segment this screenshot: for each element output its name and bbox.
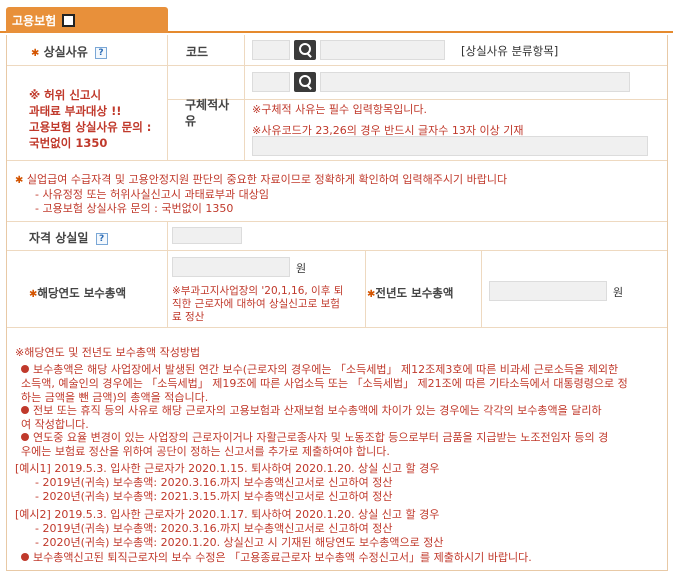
example-line: - 2020년(귀속) 보수총액: 2021.3.15.까지 보수총액신고서로 …: [35, 490, 393, 503]
tab-label: 고용보험: [12, 14, 57, 28]
tab-checkbox[interactable]: [62, 14, 76, 27]
guide-text: 보수총액은 해당 사업장에서 발생된 연간 보수(근로자의 경우에는 「소득세법…: [33, 363, 619, 376]
bullet-icon: [21, 433, 29, 441]
divider: [7, 65, 667, 66]
guide-text: 하는 금액을 뺀 금액)의 총액을 적습니다.: [21, 391, 209, 404]
divider: [7, 221, 667, 222]
employment-insurance-form: ✱ 상실사유 ? ※ 허위 신고시 과태료 부과대상 !! 고용보험 상실사유 …: [6, 35, 668, 571]
prev-year-wages-unit: 원: [613, 286, 624, 299]
notice-line: ✱ 실업급여 수급자격 및 고용안정지원 판단의 중요한 자료이므로 정확하게 …: [15, 173, 507, 188]
bullet-icon: [21, 553, 29, 561]
divider: [167, 35, 168, 160]
notice-line: - 사유정정 또는 허위사실신고시 과태료부과 대상임: [35, 188, 269, 201]
loss-date-label: 자격 상실일 ?: [29, 229, 108, 246]
code-search-icon[interactable]: [294, 40, 316, 60]
detail-code-name-field: [320, 72, 630, 92]
notice-line: - 고용보험 상실사유 문의 : 국번없이 1350: [35, 202, 234, 215]
current-year-wages-label-text: 해당연도 보수총액: [37, 286, 127, 300]
detail-label-line: 유: [185, 114, 197, 128]
divider: [365, 250, 366, 327]
wages-note-line: 료 정산: [172, 311, 205, 323]
example-line: - 2019년(귀속) 보수총액: 2020.3.16.까지 보수총액신고서로 …: [35, 522, 393, 535]
current-year-wages-input[interactable]: [172, 257, 290, 277]
current-year-wages-unit: 원: [296, 262, 307, 275]
divider: [481, 250, 482, 327]
example-line: - 2019년(귀속) 보수총액: 2020.3.16.까지 보수총액신고서로 …: [35, 476, 393, 489]
detail-label-line: 구체적사: [185, 98, 230, 112]
example-line: - 2020년(귀속) 보수총액: 2020.1.20. 상실신고 시 기재된 …: [35, 536, 444, 549]
wages-note: ※부과고지사업장의 '20,1,16, 이후 퇴 직한 근로자에 대하여 상실신…: [172, 285, 343, 324]
divider: [167, 99, 667, 100]
help-icon[interactable]: ?: [94, 47, 107, 59]
reason-code-input[interactable]: [252, 40, 290, 60]
tab-bar: 고용보험: [0, 0, 673, 33]
loss-reason-label: ✱ 상실사유 ?: [31, 43, 107, 60]
guide-title: ※해당연도 및 전년도 보수총액 작성방법: [15, 346, 201, 359]
divider: [7, 160, 667, 161]
guide-example-1: [예시1] 2019.5.3. 입사한 근로자가 2020.1.15. 퇴사하여…: [15, 462, 439, 504]
reason-category-link[interactable]: [상실사유 분류항목]: [461, 43, 558, 59]
divider: [7, 327, 667, 328]
warning-line: 과태료 부과대상 !!: [29, 104, 122, 118]
bullet-icon: [21, 406, 29, 414]
wages-note-line: 직한 근로자에 대하여 상실신고로 보험: [172, 298, 340, 310]
guide-bullet-3: 연도중 요율 변경이 있는 사업장의 근로자이거나 자활근로종사자 및 노동조합…: [21, 431, 608, 459]
example-title: [예시2] 2019.5.3. 입사한 근로자가 2020.1.17. 퇴사하여…: [15, 508, 440, 521]
detail-search-icon[interactable]: [294, 72, 316, 92]
prev-year-wages-label-text: 전년도 보수총액: [375, 286, 454, 300]
current-year-wages-label: ✱해당연도 보수총액: [29, 285, 126, 301]
guide-bullet-2: 전보 또는 휴직 등의 사유로 해당 근로자의 고용보험과 산재보험 보수총액에…: [21, 404, 602, 432]
prev-year-wages-label: ✱전년도 보수총액: [367, 285, 453, 301]
notice-text: 실업급여 수급자격 및 고용안정지원 판단의 중요한 자료이므로 정확하게 확인…: [26, 173, 508, 186]
divider: [7, 250, 667, 251]
loss-date-label-text: 자격 상실일: [29, 231, 89, 245]
guide-example-2: [예시2] 2019.5.3. 입사한 근로자가 2020.1.17. 퇴사하여…: [15, 508, 443, 550]
notice-block: ✱ 실업급여 수급자격 및 고용안정지원 판단의 중요한 자료이므로 정확하게 …: [15, 173, 507, 216]
wages-note-line: ※부과고지사업장의 '20,1,16, 이후 퇴: [172, 285, 344, 297]
prev-year-wages-input[interactable]: [489, 281, 607, 301]
false-report-warning: ※ 허위 신고시 과태료 부과대상 !! 고용보험 상실사유 문의 : 국번없이…: [29, 87, 151, 151]
guide-text: 연도중 요율 변경이 있는 사업장의 근로자이거나 자활근로종사자 및 노동조합…: [33, 431, 609, 444]
example-title: [예시1] 2019.5.3. 입사한 근로자가 2020.1.15. 퇴사하여…: [15, 462, 440, 475]
guide-text: 우에는 보험료 정산을 위하여 공단이 정하는 신고서를 추가로 제출하여야 합…: [21, 445, 390, 458]
detail-required-note: ※구체적 사유는 필수 입력항목입니다.: [252, 103, 428, 116]
guide-bullet-4: 보수총액신고된 퇴직근로자의 보수 수정은 「고용종료근로자 보수총액 수정신고…: [21, 549, 532, 565]
divider: [167, 221, 168, 327]
reason-code-name-field: [320, 40, 445, 60]
guide-text: 전보 또는 휴직 등의 사유로 해당 근로자의 고용보험과 산재보험 보수총액에…: [33, 404, 602, 417]
detail-reason-input[interactable]: [252, 136, 648, 156]
required-star-icon: ✱: [31, 48, 40, 59]
loss-date-input[interactable]: [172, 227, 242, 244]
tab-employment-insurance[interactable]: 고용보험: [6, 7, 168, 33]
guide-text: 보수총액신고된 퇴직근로자의 보수 수정은 「고용종료근로자 보수총액 수정신고…: [33, 551, 532, 564]
bullet-icon: [21, 365, 29, 373]
guide-bullet-1: 보수총액은 해당 사업장에서 발생된 연간 보수(근로자의 경우에는 「소득세법…: [21, 363, 628, 405]
warning-line: 고용보험 상실사유 문의 :: [29, 120, 152, 134]
loss-reason-label-text: 상실사유: [43, 45, 88, 59]
detail-reason-label: 구체적사 유: [185, 97, 229, 129]
guide-text: 여 작성합니다.: [21, 418, 89, 431]
divider: [244, 35, 245, 160]
guide-text: 소득액, 예술인의 경우에는 「소득세법」 제19조에 따른 사업소득 또는 「…: [21, 377, 628, 390]
warning-line: 국번없이 1350: [29, 136, 108, 150]
code-label: 코드: [186, 45, 209, 59]
warning-line: ※ 허위 신고시: [29, 88, 102, 102]
help-icon[interactable]: ?: [95, 233, 108, 245]
required-star-icon: ✱: [15, 175, 24, 186]
detail-code-input[interactable]: [252, 72, 290, 92]
